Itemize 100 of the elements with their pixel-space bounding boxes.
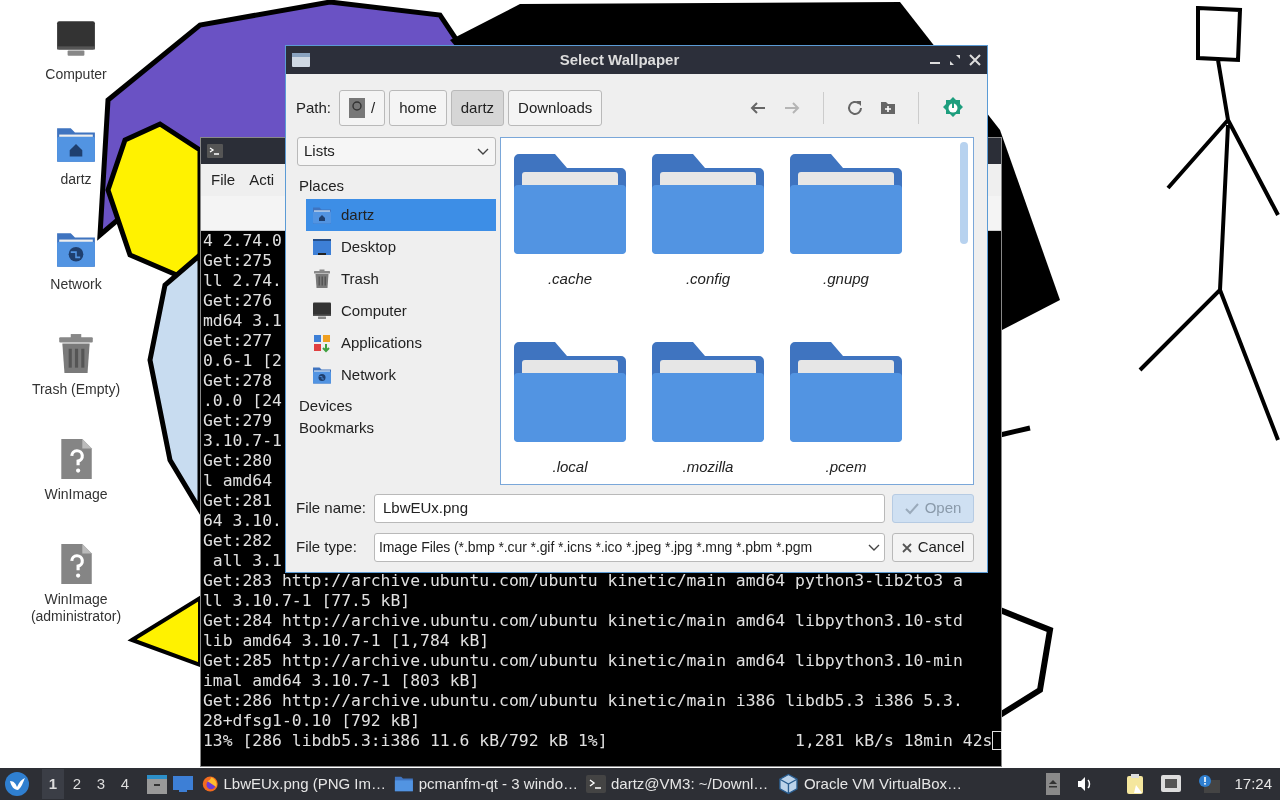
file-name-field[interactable]: LbwEUx.png bbox=[374, 494, 885, 523]
section-header[interactable]: Places bbox=[297, 175, 496, 197]
cursor-icon bbox=[992, 731, 1003, 750]
folder-icon[interactable] bbox=[514, 154, 626, 254]
scrollbar-thumb[interactable] bbox=[960, 142, 968, 244]
terminal-line: Get:276 bbox=[202, 291, 273, 311]
check-icon bbox=[904, 502, 919, 515]
taskbar-window-button[interactable]: pcmanfm-qt - 3 windo… bbox=[390, 769, 582, 799]
terminal-line: ll 3.10.7-1 [77.5 kB] bbox=[202, 591, 411, 611]
place-item[interactable]: Desktop bbox=[306, 231, 496, 263]
terminal-line: imal amd64 3.10.7-1 [803 kB] bbox=[202, 671, 480, 691]
drive-icon bbox=[349, 98, 366, 118]
terminal-line: Get:284 http://archive.ubuntu.com/ubuntu kinetic/main amd64 libpython3.10-std bbox=[202, 611, 963, 631]
taskbar-window-button[interactable]: dartz@VM3: ~/Downl… bbox=[582, 769, 774, 799]
gear-icon[interactable] bbox=[941, 96, 965, 120]
desktop-icon-label[interactable]: WinImage (administrator) bbox=[20, 591, 132, 625]
terminal-line: l amd64 bbox=[202, 471, 273, 491]
terminal-line: Get:285 http://archive.ubuntu.com/ubuntu kinetic/main amd64 libpython3.10-min bbox=[202, 651, 963, 671]
file-name: .pcem bbox=[824, 457, 868, 477]
start-menu-icon[interactable] bbox=[4, 771, 30, 797]
terminal-icon bbox=[586, 775, 606, 793]
file-name: .config bbox=[684, 269, 732, 289]
folder-icon[interactable] bbox=[652, 342, 764, 442]
home-folder-icon bbox=[312, 205, 332, 225]
window-icon bbox=[292, 53, 310, 67]
taskbar-window-button[interactable]: LbwEUx.png (PNG Im… bbox=[198, 769, 390, 799]
desktop-icon-label[interactable]: Trash (Empty) bbox=[31, 381, 121, 398]
file-drawer-icon[interactable] bbox=[146, 773, 168, 795]
terminal-line: 4 2.74.0 bbox=[202, 231, 282, 251]
path-button[interactable]: home bbox=[389, 90, 447, 126]
caret-icon bbox=[868, 543, 880, 552]
place-item[interactable]: Applications bbox=[306, 327, 496, 359]
folder-icon[interactable] bbox=[652, 154, 764, 254]
terminal-line: .0.0 [24 bbox=[202, 391, 282, 411]
file-name: .gnupg bbox=[822, 269, 870, 289]
section-header[interactable]: Bookmarks bbox=[297, 417, 496, 439]
terminal-line: 0.6-1 [2 bbox=[202, 351, 282, 371]
file-name: .mozilla bbox=[681, 457, 735, 477]
terminal-line: ll 2.74. bbox=[202, 271, 282, 291]
desktop-icon[interactable] bbox=[172, 773, 194, 795]
place-item[interactable]: dartz bbox=[306, 199, 496, 231]
new-folder-icon[interactable] bbox=[880, 100, 896, 116]
trash-icon bbox=[312, 269, 332, 289]
path-button[interactable]: Downloads bbox=[508, 90, 603, 126]
desktop-icon-label[interactable]: Computer bbox=[45, 66, 107, 83]
desktop-icon-label[interactable]: Network bbox=[50, 276, 102, 293]
notification-icon[interactable] bbox=[1198, 774, 1221, 794]
file-name: .local bbox=[551, 457, 589, 477]
terminal-line: Get:286 http://archive.ubuntu.com/ubuntu kinetic/main i386 libdb5.3 i386 5.3. bbox=[202, 691, 963, 711]
terminal-line: 13% [286 libdb5.3:i386 11.6 kB/792 kB 1%] 1,281 kB/s 18min 42s bbox=[201, 731, 1003, 751]
terminal-line: 28+dfsg1-0.10 [792 kB] bbox=[202, 711, 421, 731]
terminal-line: 3.10.7-1 bbox=[202, 431, 282, 451]
desktop-icon-label[interactable]: dartz bbox=[60, 171, 92, 188]
terminal-line: Get:279 bbox=[202, 411, 273, 431]
maximize-icon[interactable] bbox=[949, 54, 961, 66]
desktop-switch-button[interactable]: 1 bbox=[42, 769, 64, 799]
desktop-switch-button[interactable]: 2 bbox=[66, 769, 88, 799]
path-button[interactable]: dartz bbox=[450, 90, 505, 126]
desktop-switch-button[interactable]: 4 bbox=[114, 769, 136, 799]
app-grid-icon bbox=[312, 333, 332, 353]
place-item[interactable]: Trash bbox=[306, 263, 496, 295]
network-folder-icon bbox=[312, 365, 332, 385]
cancel-button[interactable]: Cancel bbox=[892, 533, 974, 562]
clock: 17:24 bbox=[1234, 773, 1272, 794]
section-header[interactable]: Devices bbox=[297, 395, 496, 417]
file-type-dropdown[interactable]: Image Files (*.bmp *.cur *.gif *.icns *.ico *.jpeg *.jpg *.mng *.pbm *.pgm bbox=[374, 533, 885, 562]
folder-icon[interactable] bbox=[514, 342, 626, 442]
menu-item[interactable]: Acti bbox=[249, 168, 275, 192]
close-icon[interactable] bbox=[969, 54, 981, 66]
folder-icon[interactable] bbox=[790, 154, 902, 254]
desktop-switch-button[interactable]: 3 bbox=[90, 769, 112, 799]
terminal-line: Get:281 bbox=[202, 491, 273, 511]
close-icon bbox=[901, 542, 912, 553]
window-title: Select Wallpaper bbox=[558, 49, 681, 70]
desktop-icon bbox=[312, 237, 332, 257]
folder-icon[interactable] bbox=[790, 342, 902, 442]
field-label: File type: bbox=[296, 537, 358, 558]
taskbar-window-button[interactable]: Oracle VM VirtualBox… bbox=[774, 769, 966, 799]
eject-icon[interactable] bbox=[1046, 773, 1061, 795]
terminal-line: Get:282 bbox=[202, 531, 273, 551]
place-item[interactable]: Network bbox=[306, 359, 496, 391]
clipboard-icon[interactable] bbox=[1126, 773, 1145, 795]
terminal-line: 64 3.10. bbox=[202, 511, 282, 531]
terminal-icon bbox=[207, 144, 223, 158]
monitor-icon bbox=[312, 301, 332, 321]
terminal-line: Get:280 bbox=[202, 451, 273, 471]
field-label: Path: bbox=[296, 97, 332, 118]
terminal-line: Get:277 bbox=[202, 331, 273, 351]
folder-icon bbox=[394, 774, 414, 794]
network-icon[interactable] bbox=[1160, 774, 1183, 794]
file-name: .cache bbox=[546, 269, 594, 289]
menu-item[interactable]: File bbox=[211, 168, 236, 192]
terminal-line: lib amd64 3.10.7-1 [1,784 kB] bbox=[202, 631, 490, 651]
reload-icon[interactable] bbox=[846, 99, 864, 117]
view-mode-dropdown[interactable]: Lists bbox=[297, 137, 496, 166]
path-button[interactable]: / bbox=[339, 90, 386, 126]
desktop-icon-label[interactable]: WinImage bbox=[44, 486, 108, 503]
terminal-line: Get:275 bbox=[202, 251, 273, 271]
terminal-line: md64 3.1 bbox=[202, 311, 282, 331]
place-item[interactable]: Computer bbox=[306, 295, 496, 327]
